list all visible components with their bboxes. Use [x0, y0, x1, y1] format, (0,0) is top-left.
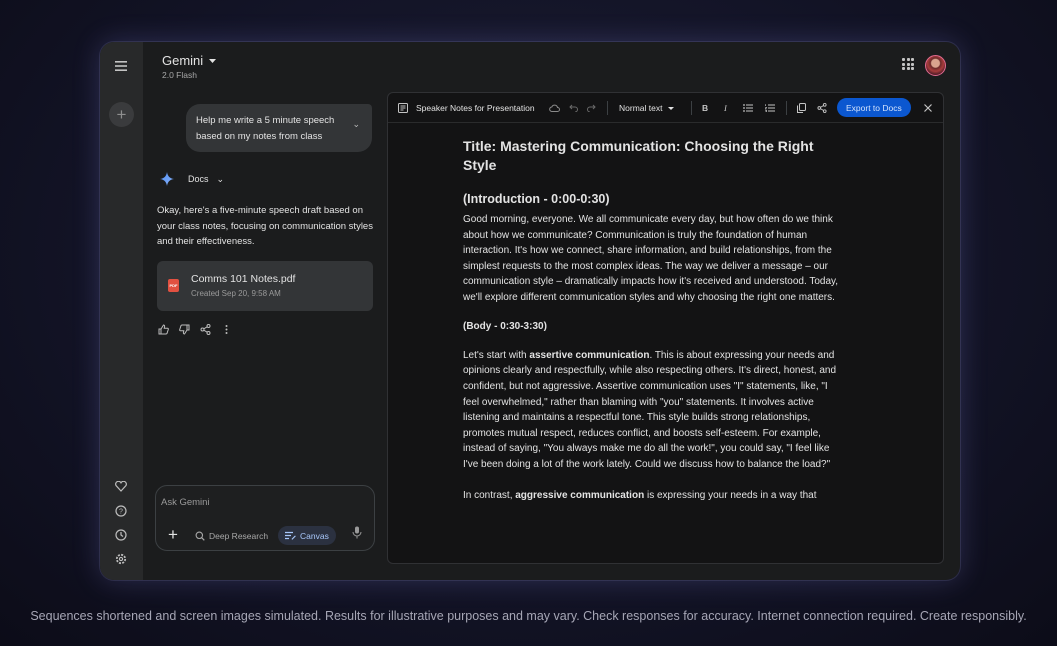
deep-research-icon: [195, 531, 205, 541]
assertive-lead: Let's start with: [463, 349, 530, 361]
doc-heading-title: Title: Mastering Communication: Choosing…: [463, 138, 814, 173]
share-icon[interactable]: [817, 93, 827, 123]
apps-grid-icon[interactable]: [902, 58, 914, 70]
gemini-sparkle-icon: [160, 172, 174, 186]
caret-down-icon: [209, 58, 217, 63]
aggressive-paragraph: In contrast, aggressive communication is…: [463, 488, 841, 504]
toolbar-divider: [691, 101, 692, 115]
mic-icon[interactable]: [352, 526, 362, 539]
bold-button[interactable]: B: [702, 93, 708, 123]
deep-research-button[interactable]: Deep Research: [188, 526, 275, 545]
italic-button[interactable]: I: [724, 93, 727, 123]
assertive-text: . This is about expressing your needs an…: [463, 349, 837, 470]
copy-icon[interactable]: [797, 93, 806, 123]
pdf-icon: PDF: [168, 279, 179, 292]
nav-rail: + ?: [100, 42, 143, 580]
canvas-label: Canvas: [300, 530, 329, 541]
caret-down-icon: [668, 106, 675, 110]
response-text: Okay, here's a five-minute speech draft …: [157, 205, 373, 247]
settings-icon[interactable]: [110, 548, 132, 570]
undo-icon[interactable]: [569, 93, 578, 123]
share-icon[interactable]: [199, 323, 211, 335]
response-tool-row: Docs ⌄: [160, 172, 224, 186]
plus-icon: +: [116, 104, 127, 124]
prompt-placeholder[interactable]: Ask Gemini: [161, 497, 210, 508]
chevron-down-icon[interactable]: ⌄: [217, 174, 225, 185]
aggressive-text: is expressing your needs in a way that: [644, 490, 817, 502]
attachment-date: Created Sep 20, 9:58 AM: [191, 289, 281, 298]
document-body[interactable]: Title: Mastering Communication: Choosing…: [463, 137, 841, 519]
response-actions: [157, 323, 232, 335]
canvas-panel: Speaker Notes for Presentation Normal te…: [387, 92, 944, 564]
add-attachment-button[interactable]: +: [162, 524, 184, 546]
intro-paragraph: Good morning, everyone. We all communica…: [463, 214, 839, 303]
assertive-term: assertive communication: [529, 349, 650, 361]
app-title: Gemini: [162, 53, 204, 68]
model-name: 2.0 Flash: [162, 70, 197, 80]
body-heading: (Body - 0:30-3:30): [463, 321, 547, 333]
gems-icon[interactable]: [110, 475, 132, 497]
close-icon[interactable]: [924, 93, 932, 123]
disclaimer-text: Sequences shortened and screen images si…: [30, 609, 1027, 623]
history-icon[interactable]: [110, 524, 132, 546]
intro-heading: (Introduction - 0:00-0:30): [463, 192, 610, 206]
text-style-value: Normal text: [619, 103, 663, 113]
avatar[interactable]: [925, 55, 946, 76]
menu-icon[interactable]: [110, 55, 132, 77]
help-icon[interactable]: ?: [110, 500, 132, 522]
model-selector[interactable]: Gemini: [162, 53, 217, 68]
aggressive-term: aggressive communication: [515, 490, 645, 502]
user-message: Help me write a 5 minute speech based on…: [186, 104, 372, 152]
canvas-button[interactable]: Canvas: [278, 526, 336, 545]
new-chat-button[interactable]: +: [109, 102, 134, 127]
aggressive-lead: In contrast,: [463, 490, 516, 502]
app-window: + ? Gemini 2.0 Flash Help me write a 5 m…: [100, 42, 960, 580]
prompt-input-box[interactable]: Ask Gemini + Deep Research Canvas: [155, 485, 375, 551]
cloud-saved-icon: [549, 93, 560, 123]
document-icon: [398, 93, 408, 123]
tool-label[interactable]: Docs: [188, 174, 209, 184]
attachment-name: Comms 101 Notes.pdf: [191, 273, 296, 285]
export-to-docs-button[interactable]: Export to Docs: [837, 98, 911, 117]
thumbs-up-icon[interactable]: [157, 323, 169, 335]
toolbar-divider: [786, 101, 787, 115]
toolbar-divider: [607, 101, 608, 115]
numbered-list-icon[interactable]: [765, 93, 775, 123]
doc-title[interactable]: Speaker Notes for Presentation: [416, 93, 535, 123]
bulleted-list-icon[interactable]: [743, 93, 753, 123]
expand-chevron-icon[interactable]: ⌄: [352, 116, 360, 132]
more-vert-icon[interactable]: [220, 323, 232, 335]
redo-icon[interactable]: [587, 93, 596, 123]
svg-text:?: ?: [119, 509, 123, 516]
canvas-icon: [285, 531, 296, 540]
deep-research-label: Deep Research: [209, 530, 269, 541]
attachment-card[interactable]: PDF Comms 101 Notes.pdf Created Sep 20, …: [157, 261, 373, 311]
user-message-text: Help me write a 5 minute speech based on…: [196, 115, 335, 142]
canvas-toolbar: Speaker Notes for Presentation Normal te…: [388, 93, 943, 123]
text-style-dropdown[interactable]: Normal text: [619, 93, 675, 123]
assertive-paragraph: Let's start with assertive communication…: [463, 348, 841, 473]
thumbs-down-icon[interactable]: [178, 323, 190, 335]
